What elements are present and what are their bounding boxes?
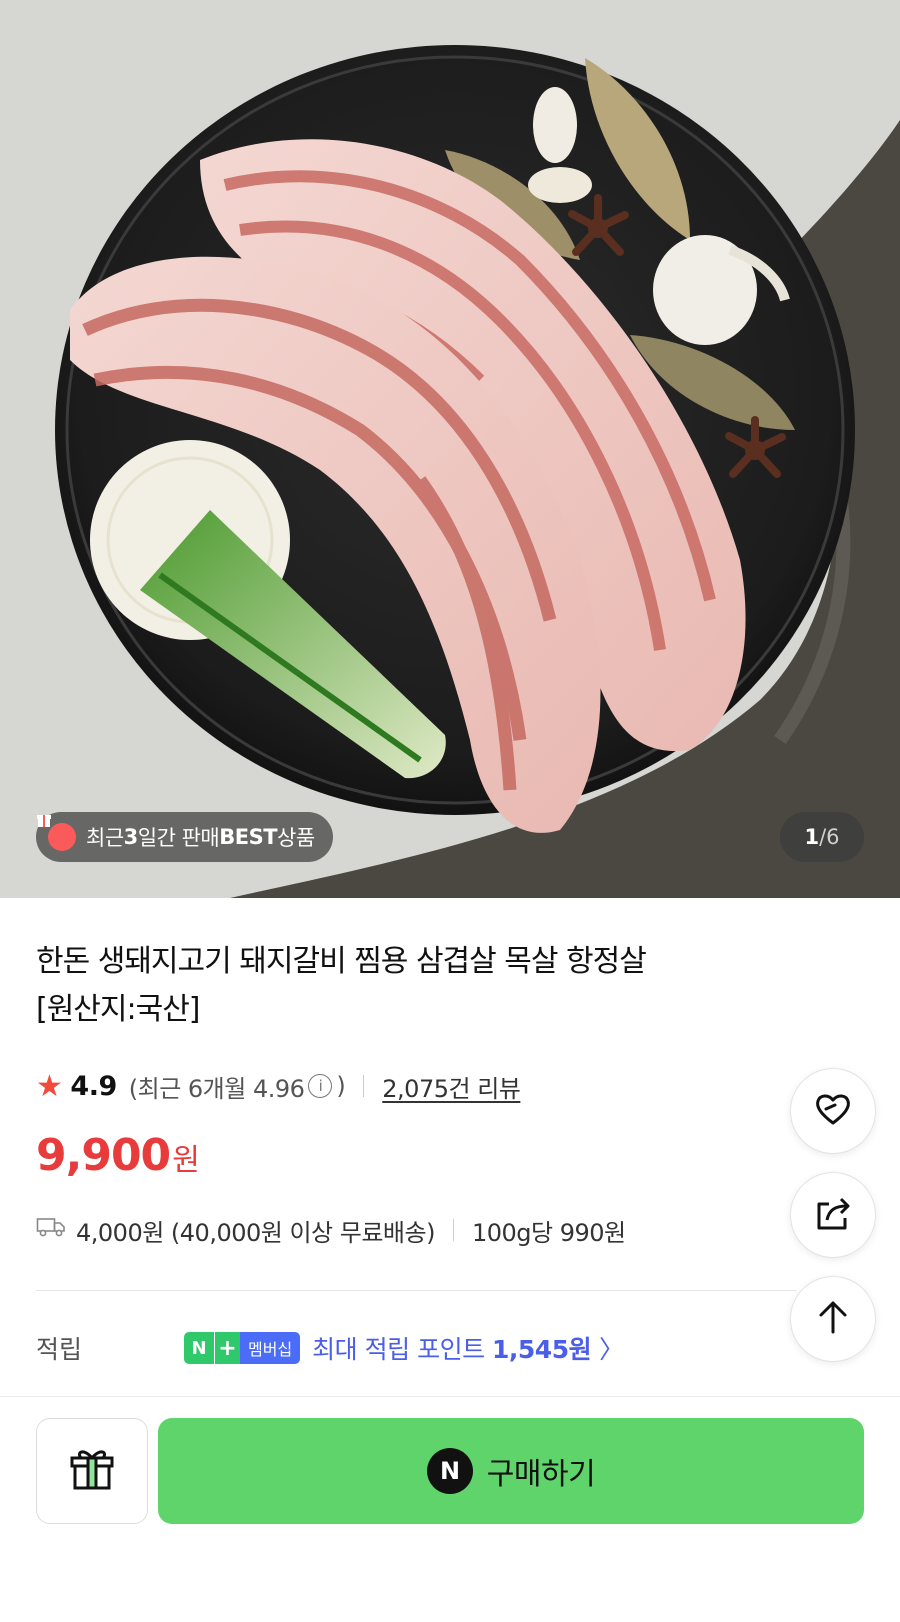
unit-price: 100g당 990원 (471, 1218, 626, 1247)
price: 9,900 원 (36, 1130, 200, 1190)
price-value: 9,900 (36, 1130, 171, 1181)
badge-days: 3 (123, 825, 139, 849)
divider (363, 1075, 365, 1097)
recent-rating-suffix: ) (336, 1072, 346, 1100)
naver-pay-icon: N (426, 1448, 473, 1494)
naver-plus-membership-badge: N + 멤버십 (184, 1332, 301, 1364)
points-row[interactable]: 적립 N + 멤버십 최대 적립 포인트 1,545원 〉 (36, 1326, 624, 1370)
recent-rating-prefix: (최근 6개월 4.96 (128, 1074, 305, 1103)
chevron-right-icon: 〉 (599, 1335, 624, 1364)
present-icon (69, 1446, 115, 1496)
points-label: 적립 (36, 1335, 83, 1364)
gift-icon (37, 815, 76, 851)
best-seller-badge: 최근 3 일간 판매 BEST 상품 (36, 812, 333, 862)
image-counter-total: 6 (826, 825, 840, 849)
badge-suffix: 상품 (277, 826, 315, 850)
points-text-label: 최대 적립 포인트 (312, 1335, 493, 1364)
bottom-bar-divider (0, 1396, 900, 1397)
share-icon (813, 1194, 853, 1236)
image-counter-current: 1 (804, 825, 820, 849)
buy-button-label: 구매하기 (486, 1457, 596, 1492)
rating-score: 4.9 (70, 1070, 117, 1102)
section-divider (36, 1290, 796, 1291)
image-counter-sep: / (819, 825, 827, 849)
product-photo (0, 0, 900, 898)
buy-button[interactable]: N 구매하기 (158, 1418, 864, 1524)
badge-mid: 일간 판매 (137, 826, 220, 850)
product-image[interactable]: 최근 3 일간 판매 BEST 상품 1 / 6 (0, 0, 900, 898)
plus-badge: + (214, 1332, 240, 1364)
gift-button[interactable] (36, 1418, 148, 1524)
product-title-line2: [원산지:국산] (36, 992, 201, 1027)
review-count-link[interactable]: 2,075건 리뷰 (382, 1069, 521, 1104)
share-button[interactable] (790, 1172, 876, 1258)
info-icon[interactable]: i (308, 1074, 333, 1098)
heart-icon (813, 1091, 853, 1131)
arrow-up-icon (817, 1299, 849, 1339)
divider (452, 1219, 454, 1241)
product-title-line1: 한돈 생돼지고기 돼지갈비 찜용 삼겹살 목살 항정살 (36, 944, 647, 979)
product-title: 한돈 생돼지고기 돼지갈비 찜용 삼겹살 목살 항정살 [원산지:국산] (36, 938, 776, 1034)
scroll-top-button[interactable] (790, 1276, 876, 1362)
n-badge: N (184, 1332, 214, 1364)
rating-row: ★ 4.9 (최근 6개월 4.96 i ) 2,075건 리뷰 (36, 1066, 521, 1106)
badge-prefix: 최근 (86, 826, 124, 850)
price-unit: 원 (172, 1143, 200, 1178)
badge-best: BEST (219, 825, 278, 849)
truck-icon (36, 1216, 66, 1244)
wishlist-button[interactable] (790, 1068, 876, 1154)
shipping-fee: 4,000원 (40,000원 이상 무료배송) (76, 1218, 435, 1247)
points-text: 최대 적립 포인트 1,545원 〉 (312, 1330, 624, 1366)
membership-badge: 멤버십 (240, 1332, 301, 1364)
star-icon: ★ (36, 1068, 63, 1104)
points-amount: 1,545원 (492, 1335, 592, 1364)
shipping-row: 4,000원 (40,000원 이상 무료배송) 100g당 990원 (36, 1210, 626, 1250)
image-counter: 1 / 6 (780, 812, 864, 862)
